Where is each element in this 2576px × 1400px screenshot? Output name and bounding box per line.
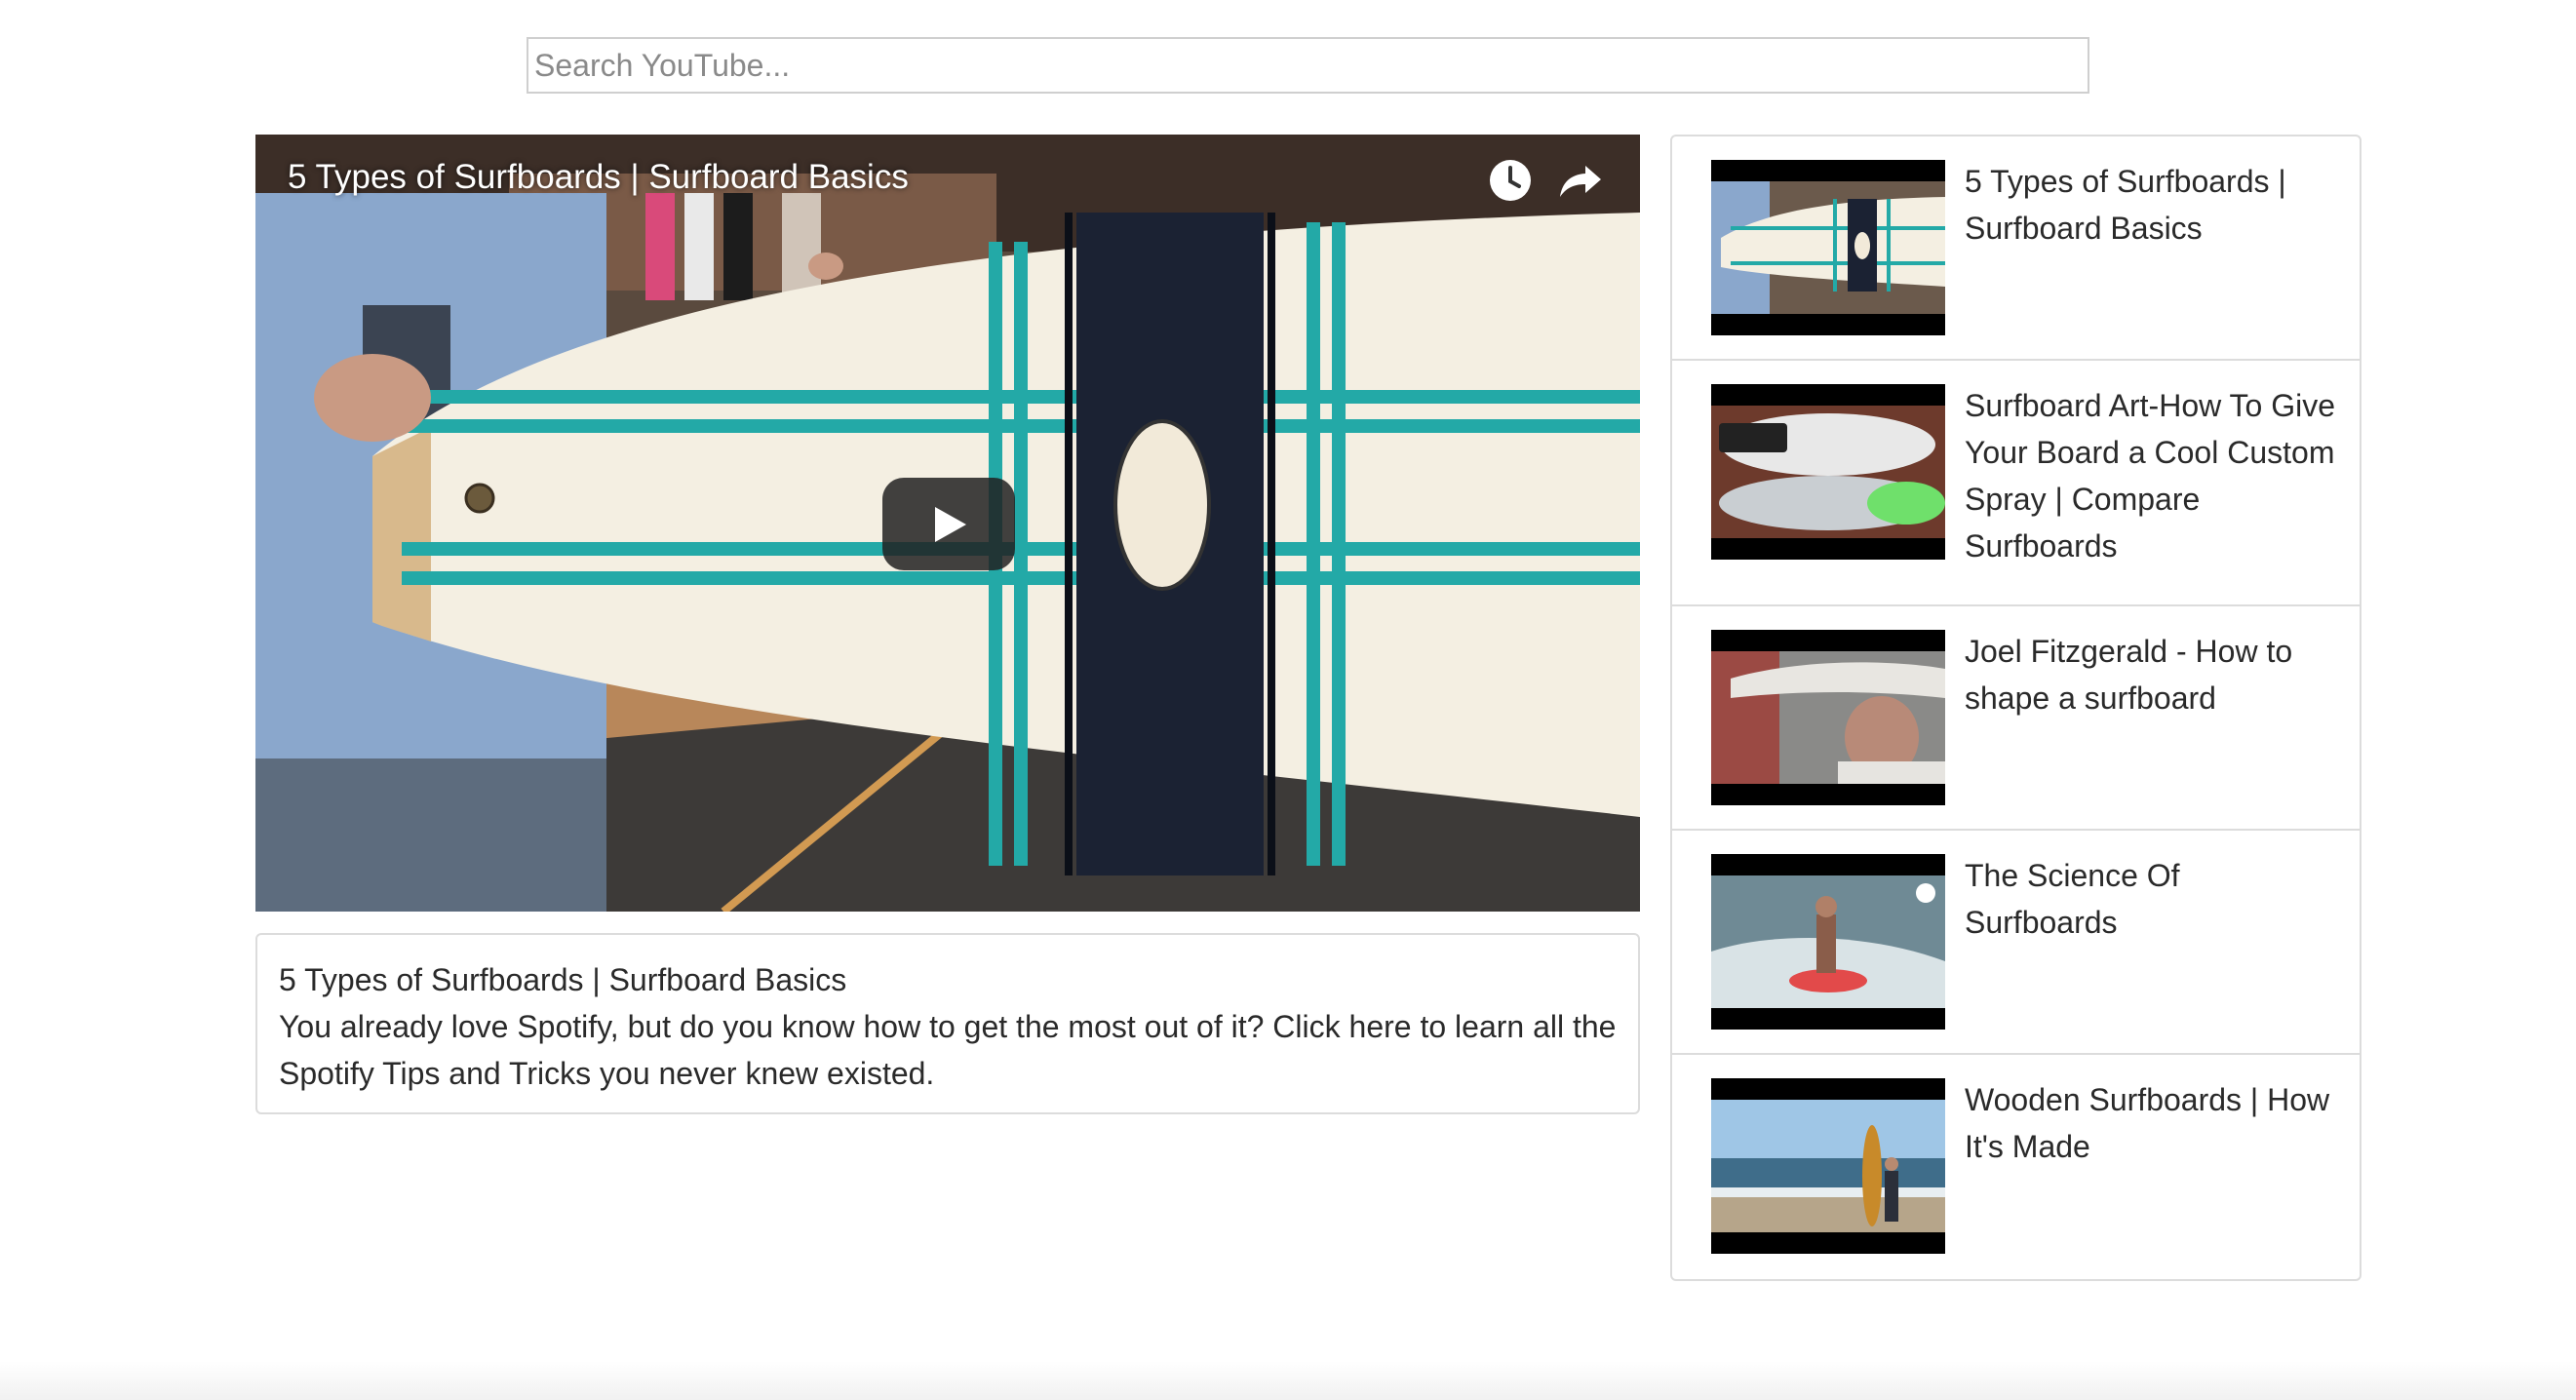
- play-icon: [935, 507, 966, 542]
- list-item-title[interactable]: The Science Of Surfboards: [1965, 852, 2335, 946]
- list-item-title[interactable]: Surfboard Art-How To Give Your Board a C…: [1965, 382, 2335, 569]
- list-item[interactable]: 5 Types of Surfboards | Surfboard Basics: [1672, 136, 2360, 361]
- clock-icon[interactable]: [1486, 156, 1535, 205]
- list-item-title[interactable]: Joel Fitzgerald - How to shape a surfboa…: [1965, 628, 2335, 721]
- share-arrow-icon[interactable]: [1556, 156, 1605, 205]
- list-item-title[interactable]: 5 Types of Surfboards | Surfboard Basics: [1965, 158, 2335, 252]
- bottom-edge: [0, 1361, 2576, 1400]
- search-bar: [527, 37, 2089, 94]
- video-details-title: 5 Types of Surfboards | Surfboard Basics: [279, 962, 847, 997]
- video-details: 5 Types of Surfboards | Surfboard Basics…: [255, 933, 1640, 1114]
- search-input[interactable]: [527, 37, 2089, 94]
- page: 5 Types of Surfboards | Surfboard Basics…: [0, 0, 2576, 1400]
- video-list: 5 Types of Surfboards | Surfboard Basics…: [1670, 135, 2361, 1281]
- list-item-title[interactable]: Wooden Surfboards | How It's Made: [1965, 1076, 2335, 1170]
- player-title: 5 Types of Surfboards | Surfboard Basics: [288, 158, 909, 196]
- video-player[interactable]: 5 Types of Surfboards | Surfboard Basics: [255, 135, 1640, 912]
- video-thumbnail[interactable]: [1711, 630, 1945, 805]
- video-details-description: You already love Spotify, but do you kno…: [279, 1009, 1617, 1091]
- video-thumbnail[interactable]: [1711, 160, 1945, 335]
- video-thumbnail[interactable]: [1711, 854, 1945, 1030]
- video-thumbnail[interactable]: [1711, 384, 1945, 560]
- play-button[interactable]: [882, 478, 1015, 570]
- list-item[interactable]: Joel Fitzgerald - How to shape a surfboa…: [1672, 606, 2360, 831]
- list-item[interactable]: Wooden Surfboards | How It's Made: [1672, 1055, 2360, 1279]
- list-item[interactable]: The Science Of Surfboards: [1672, 831, 2360, 1055]
- list-item[interactable]: Surfboard Art-How To Give Your Board a C…: [1672, 361, 2360, 606]
- video-thumbnail[interactable]: [1711, 1078, 1945, 1254]
